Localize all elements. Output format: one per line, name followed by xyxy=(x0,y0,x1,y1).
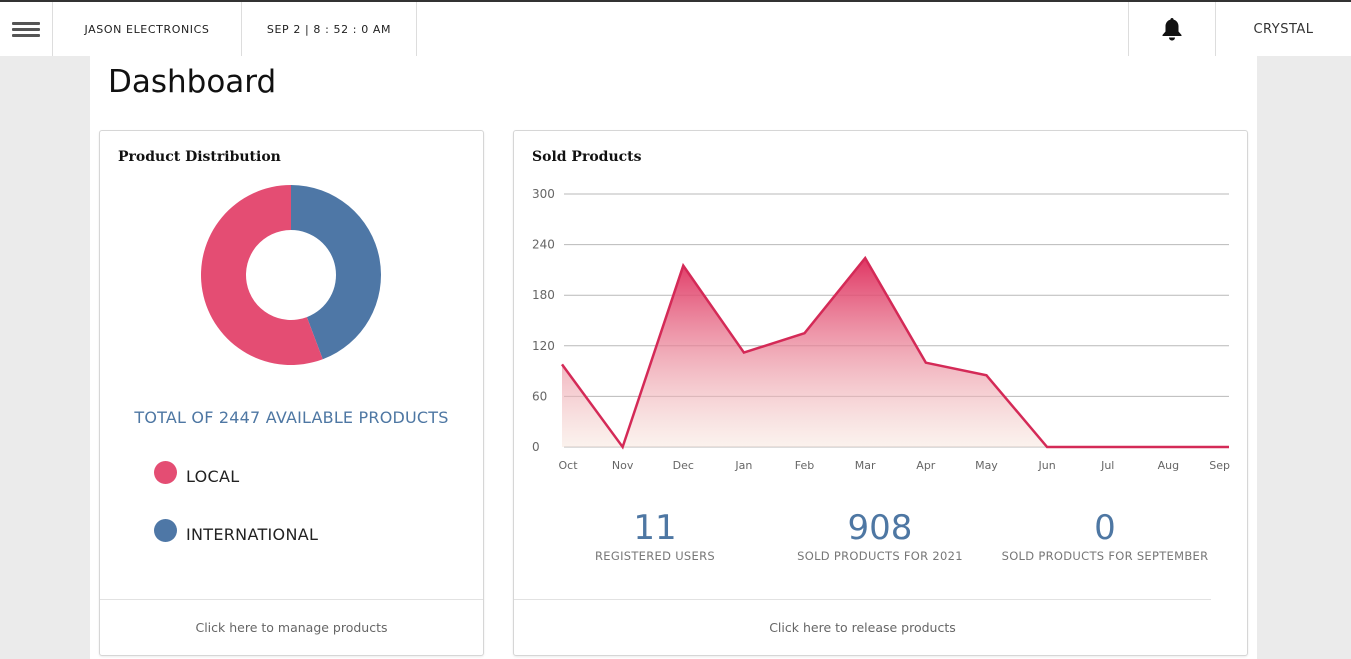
top-bar-spacer xyxy=(417,2,1129,56)
stat-value: 908 xyxy=(847,508,913,548)
menu-button[interactable] xyxy=(0,2,53,56)
stat-label: SOLD PRODUCTS FOR SEPTEMBER xyxy=(1001,549,1209,563)
stat-sold-year: 908 SOLD PRODUCTS FOR 2021 xyxy=(770,508,990,563)
hamburger-menu-icon[interactable] xyxy=(12,19,40,40)
page-title: Dashboard xyxy=(108,64,277,100)
main-content: Dashboard Product Distribution TOTAL OF … xyxy=(90,56,1257,659)
user-menu[interactable]: CRYSTAL xyxy=(1216,2,1351,56)
stat-registered-users: 11 REGISTERED USERS xyxy=(545,508,765,563)
product-distribution-card: Product Distribution TOTAL OF 2447 AVAIL… xyxy=(99,130,484,656)
x-tick-label: Jan xyxy=(734,459,752,472)
stat-sold-month: 0 SOLD PRODUCTS FOR SEPTEMBER xyxy=(995,508,1215,563)
x-tick-label: Oct xyxy=(558,459,578,472)
x-tick-label: Apr xyxy=(916,459,936,472)
x-tick-label: Feb xyxy=(795,459,814,472)
area-fill xyxy=(562,258,1229,447)
legend-local: LOCAL xyxy=(154,461,240,488)
stat-value: 0 xyxy=(1094,508,1116,548)
top-bar: JASON ELECTRONICS SEP 2 | 8 : 52 : 0 AM … xyxy=(0,0,1351,56)
legend-international-swatch xyxy=(154,519,177,542)
y-tick-label: 120 xyxy=(532,339,555,353)
stat-label: SOLD PRODUCTS FOR 2021 xyxy=(797,549,963,563)
x-tick-label: Nov xyxy=(612,459,634,472)
legend-local-label: LOCAL xyxy=(186,467,240,486)
legend-international-label: INTERNATIONAL xyxy=(186,525,319,544)
release-products-link[interactable]: Click here to release products xyxy=(514,599,1211,655)
x-tick-label: Dec xyxy=(673,459,694,472)
x-tick-label: Sep xyxy=(1209,459,1230,472)
sold-products-card: Sold Products 0 60 120 180 240 300 Oct Nov Dec Ja… xyxy=(513,130,1248,656)
bell-icon[interactable] xyxy=(1160,16,1184,42)
y-tick-label: 0 xyxy=(532,440,540,454)
y-tick-label: 300 xyxy=(532,187,555,201)
x-tick-label: Jul xyxy=(1100,459,1114,472)
sold-products-area-chart: 0 60 120 180 240 300 Oct Nov Dec Jan Feb Mar Apr May J… xyxy=(532,187,1230,472)
x-tick-label: Jun xyxy=(1037,459,1055,472)
y-tick-label: 240 xyxy=(532,238,555,252)
legend-local-swatch xyxy=(154,461,177,484)
manage-products-link[interactable]: Click here to manage products xyxy=(100,599,483,655)
stat-label: REGISTERED USERS xyxy=(595,549,715,563)
brand-name: JASON ELECTRONICS xyxy=(53,2,242,56)
legend-international: INTERNATIONAL xyxy=(154,519,319,546)
y-tick-label: 60 xyxy=(532,389,547,403)
y-tick-label: 180 xyxy=(532,288,555,302)
card-title: Product Distribution xyxy=(118,149,281,165)
x-tick-label: Mar xyxy=(855,459,876,472)
datetime-display: SEP 2 | 8 : 52 : 0 AM xyxy=(242,2,417,56)
notifications-button[interactable] xyxy=(1129,2,1216,56)
stat-value: 11 xyxy=(633,508,677,548)
distribution-donut-chart xyxy=(201,185,382,365)
total-products-text: TOTAL OF 2447 AVAILABLE PRODUCTS xyxy=(134,408,449,427)
x-tick-label: May xyxy=(975,459,998,472)
x-tick-label: Aug xyxy=(1158,459,1179,472)
